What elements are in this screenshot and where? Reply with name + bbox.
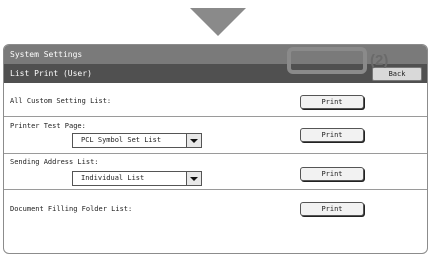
symbol-set-select-value: PCL Symbol Set List: [81, 136, 162, 144]
lcd-screen: System Settings List Print (User) Back A…: [3, 44, 428, 254]
back-button[interactable]: Back: [372, 67, 422, 81]
callout-label: (2): [370, 52, 389, 69]
divider: [4, 116, 427, 117]
print-document-folder-button[interactable]: Print: [300, 202, 364, 216]
print-sending-address-button[interactable]: Print: [300, 167, 364, 181]
down-arrow-icon: [190, 8, 246, 36]
all-custom-setting-list-label: All Custom Setting List:: [10, 97, 112, 105]
address-list-select-value: Individual List: [81, 174, 145, 182]
print-all-custom-setting-button[interactable]: Print: [300, 95, 364, 109]
dropdown-arrow-icon[interactable]: [186, 172, 201, 185]
dropdown-arrow-icon[interactable]: [186, 134, 201, 147]
divider: [4, 189, 427, 190]
printer-test-page-label: Printer Test Page:: [10, 122, 86, 130]
address-list-select[interactable]: Individual List: [72, 171, 202, 186]
page-title: List Print (User): [10, 69, 92, 78]
print-test-page-button[interactable]: Print: [300, 128, 364, 142]
symbol-set-select[interactable]: PCL Symbol Set List: [72, 133, 202, 148]
title-text: System Settings: [10, 50, 83, 59]
highlight-frame: [287, 47, 367, 74]
sending-address-list-label: Sending Address List:: [10, 158, 99, 166]
divider: [4, 153, 427, 154]
document-filling-folder-list-label: Document Filling Folder List:: [10, 205, 133, 213]
